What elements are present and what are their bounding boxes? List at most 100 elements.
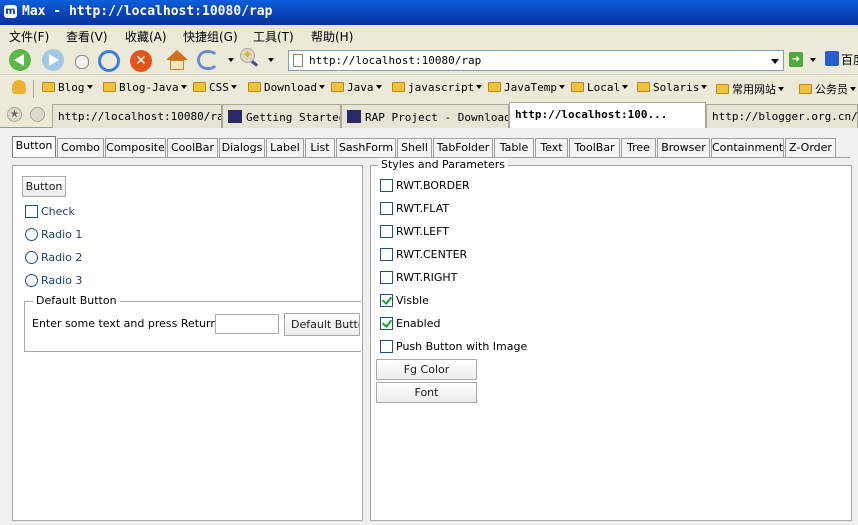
menu-groups[interactable]: 快捷组(G) [183, 28, 238, 45]
font-button[interactable]: Font [376, 382, 477, 403]
rap-tab-dialogs[interactable]: Dialogs [219, 138, 265, 157]
visible-checkbox[interactable] [380, 294, 393, 307]
default-button-prompt: Enter some text and press Return [32, 317, 218, 330]
rap-tab-combo[interactable]: Combo [57, 138, 104, 157]
bookmark-folder-solaris[interactable]: Solaris [637, 81, 708, 97]
rwt-border-label[interactable]: RWT.BORDER [396, 179, 470, 192]
demo-push-button[interactable]: Button [22, 176, 66, 197]
radio-2[interactable] [25, 251, 38, 264]
rap-tab-z-order[interactable]: Z-Order [785, 138, 836, 157]
menu-help[interactable]: 帮助(H) [311, 28, 353, 45]
radio-1-label[interactable]: Radio 1 [41, 228, 82, 241]
rap-tab-composite[interactable]: Composite [105, 138, 166, 157]
default-button-group-title: Default Button [33, 294, 120, 307]
enabled-label[interactable]: Enabled [396, 317, 440, 330]
browser-tab-rap-downloads[interactable]: RAP Project - Downloads [341, 104, 509, 128]
push-button-image-label[interactable]: Push Button with Image [396, 340, 527, 353]
rwt-left-label[interactable]: RWT.LEFT [396, 225, 449, 238]
menu-view[interactable]: 查看(V) [66, 28, 108, 45]
menu-favorites[interactable]: 收藏(A) [125, 28, 167, 45]
rwt-center-checkbox[interactable] [380, 248, 393, 261]
wand-dropdown-icon[interactable] [268, 58, 274, 62]
bookmark-folder-download[interactable]: Download [248, 81, 325, 97]
tab-list-icon[interactable] [30, 107, 45, 122]
magic-wand-icon[interactable]: ✦ [240, 48, 260, 70]
bookmark-folder-civil-servant[interactable]: 公务员 [799, 81, 856, 97]
rwt-border-checkbox[interactable] [380, 179, 393, 192]
check-label[interactable]: Check [41, 205, 75, 218]
address-bar[interactable]: http://localhost:10080/rap [288, 50, 784, 71]
radio-2-label[interactable]: Radio 2 [41, 251, 82, 264]
bookmark-folder-javatemp[interactable]: JavaTemp [488, 81, 565, 97]
bookmark-folder-css[interactable]: CSS [193, 81, 237, 97]
stop-icon[interactable]: ✕ [130, 50, 152, 72]
bookmark-folder-blog-java[interactable]: Blog-Java [103, 81, 187, 97]
folder-icon [571, 82, 584, 92]
folder-icon [42, 82, 55, 92]
browser-tab-blogger[interactable]: http://blogger.org.cn/bl [706, 104, 858, 128]
go-arrow-icon[interactable]: ➜ [789, 52, 803, 67]
toolbar-separator [33, 80, 34, 98]
forward-arrow-icon[interactable] [42, 49, 64, 71]
rap-tab-tabfolder[interactable]: TabFolder [433, 138, 493, 157]
baidu-paw-icon[interactable] [825, 51, 839, 66]
rwt-flat-checkbox[interactable] [380, 202, 393, 215]
browser-tab-active[interactable]: http://localhost:100... [509, 102, 706, 129]
rap-tab-toolbar[interactable]: ToolBar [569, 138, 620, 157]
rap-tab-text[interactable]: Text [535, 138, 568, 157]
rap-tab-containment[interactable]: Containment [711, 138, 784, 157]
bookmark-folder-blog[interactable]: Blog [42, 81, 93, 97]
rwt-center-label[interactable]: RWT.CENTER [396, 248, 467, 261]
fg-color-button[interactable]: Fg Color [376, 359, 477, 380]
bookmark-folder-java[interactable]: Java [331, 81, 382, 97]
menu-tools[interactable]: 工具(T) [253, 28, 294, 45]
rap-tab-table[interactable]: Table [494, 138, 534, 157]
folder-icon [248, 82, 261, 92]
visible-label[interactable]: Visble [396, 294, 429, 307]
bookmark-folder-javascript[interactable]: javascript [392, 81, 483, 97]
rap-tab-sashform[interactable]: SashForm [336, 138, 396, 157]
folder-icon [331, 82, 344, 92]
bookmark-folder-common-sites[interactable]: 常用网站 [716, 81, 784, 97]
enabled-checkbox[interactable] [380, 317, 393, 330]
folder-icon [103, 82, 116, 92]
address-dropdown-icon[interactable] [771, 59, 779, 64]
undo-close-icon[interactable] [197, 50, 219, 70]
menu-bar: 文件(F) 查看(V) 收藏(A) 快捷组(G) 工具(T) 帮助(H) [0, 25, 858, 45]
rap-tab-tree[interactable]: Tree [621, 138, 656, 157]
rap-tab-list[interactable]: List [305, 138, 335, 157]
menu-file[interactable]: 文件(F) [9, 28, 49, 45]
rap-tab-label[interactable]: Label [266, 138, 304, 157]
radio-1[interactable] [25, 228, 38, 241]
favorites-heart-icon[interactable] [12, 80, 26, 94]
undo-dropdown-icon[interactable] [228, 58, 234, 62]
reload-icon[interactable] [98, 50, 120, 72]
page-icon [293, 54, 303, 67]
folder-icon [488, 82, 501, 92]
rap-tab-coolbar[interactable]: CoolBar [167, 138, 218, 157]
default-button-text-input[interactable] [215, 314, 279, 334]
styles-group-title: Styles and Parameters [378, 158, 509, 171]
back-arrow-icon[interactable] [9, 49, 31, 71]
address-text[interactable]: http://localhost:10080/rap [309, 54, 481, 67]
search-engine-label[interactable]: 百度 [841, 51, 858, 68]
rwt-left-checkbox[interactable] [380, 225, 393, 238]
bookmark-folder-local[interactable]: Local [571, 81, 629, 97]
go-dropdown-icon[interactable] [810, 58, 816, 62]
radio-3[interactable] [25, 274, 38, 287]
rap-tab-shell[interactable]: Shell [397, 138, 432, 157]
rap-tab-browser[interactable]: Browser [657, 138, 710, 157]
browser-tab-localhost-rap[interactable]: http://localhost:10080/rap [52, 104, 222, 128]
check-checkbox[interactable] [25, 205, 38, 218]
rwt-flat-label[interactable]: RWT.FLAT [396, 202, 449, 215]
default-button[interactable]: Default Button [284, 313, 360, 336]
favorite-star-icon[interactable]: ★ [7, 107, 22, 122]
rwt-right-label[interactable]: RWT.RIGHT [396, 271, 457, 284]
radio-3-label[interactable]: Radio 3 [41, 274, 82, 287]
rap-tab-button[interactable]: Button [12, 136, 56, 158]
rwt-right-checkbox[interactable] [380, 271, 393, 284]
browser-tab-getting-started[interactable]: Getting Started [222, 104, 341, 128]
home-icon[interactable] [166, 50, 188, 70]
push-button-image-checkbox[interactable] [380, 340, 393, 353]
history-dropdown-icon[interactable] [75, 55, 89, 69]
